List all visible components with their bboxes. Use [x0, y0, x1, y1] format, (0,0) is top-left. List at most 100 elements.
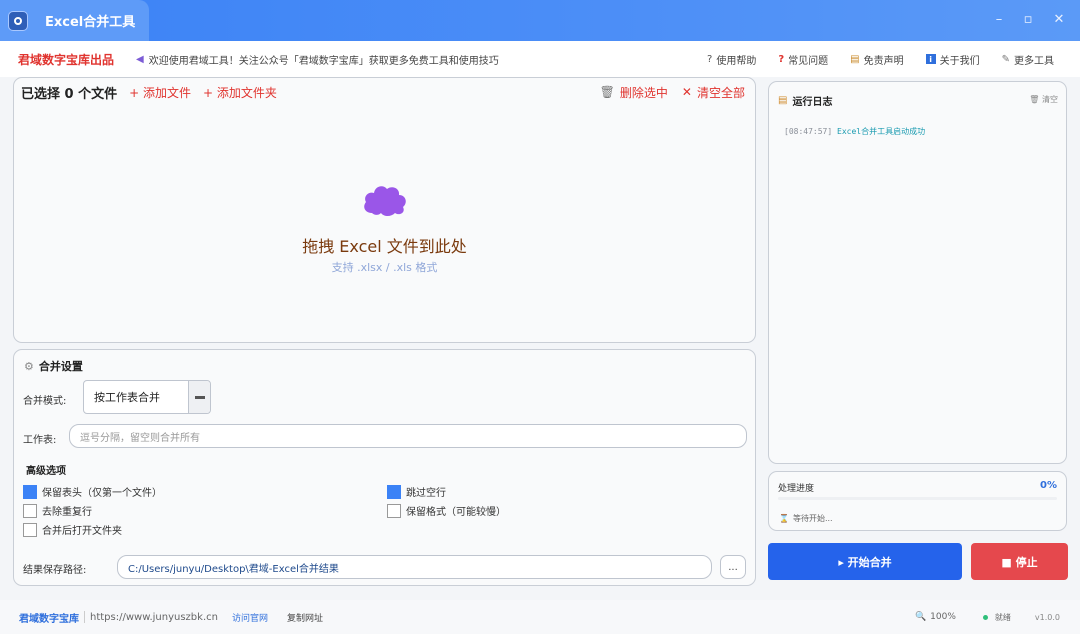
selected-count: 已选择 0 个文件: [21, 86, 118, 102]
megaphone-icon: ◀: [136, 53, 144, 65]
checkbox-checked[interactable]: [23, 484, 37, 499]
sub-header: 君域数字宝库出品 ◀ 欢迎使用君域工具！关注公众号「君域数字宝库」获取更多免费工…: [0, 41, 1080, 77]
option-keep-format[interactable]: 保留格式（可能较慢）: [387, 503, 506, 518]
about-link[interactable]: i 关于我们: [925, 52, 980, 67]
save-path-input[interactable]: C:/Users/junyu/Desktop\君域-Excel合并结果: [117, 555, 712, 579]
add-file-button[interactable]: + 添加文件: [129, 84, 191, 101]
clear-all-label: 清空全部: [696, 85, 745, 100]
hourglass-icon: ⌛: [779, 514, 789, 523]
delete-selected-button[interactable]: 🗑 删除选中: [600, 84, 668, 101]
zoom-value: 100%: [930, 612, 956, 622]
advanced-options-title: 高级选项: [26, 466, 66, 477]
option-skip-empty[interactable]: 跳过空行: [387, 484, 446, 499]
option-open-folder[interactable]: 合并后打开文件夹: [23, 522, 122, 537]
minimize-button[interactable]: –: [991, 12, 1007, 27]
disclaimer-link[interactable]: ▤ 免责声明: [850, 52, 903, 67]
title-bar: Excel合并工具 – ▫ ✕: [0, 0, 1080, 41]
merge-mode-select[interactable]: 按工作表合并: [83, 380, 211, 414]
footer-status-area: 🔍 100% 就绪 v1.0.0: [915, 600, 1080, 634]
checkbox-checked[interactable]: [387, 484, 401, 499]
option-dedupe-label: 去除重复行: [42, 507, 92, 518]
trash-icon: 🗑: [599, 85, 615, 99]
browse-button[interactable]: ...: [720, 555, 746, 579]
checkbox-unchecked[interactable]: [23, 522, 37, 537]
sheet-input[interactable]: 逗号分隔，留空则合并所有: [69, 424, 747, 448]
option-keep-header-label: 保留表头（仅第一个文件）: [42, 488, 162, 499]
about-link-label: 关于我们: [939, 55, 980, 67]
info-icon: i: [925, 54, 936, 64]
cloud-upload-icon: [364, 186, 406, 216]
wrench-icon: ✎: [1001, 53, 1010, 65]
dropdown-toggle-icon[interactable]: [188, 381, 210, 413]
visit-site-link[interactable]: 访问官网: [232, 611, 268, 624]
scroll-icon: ▤: [850, 53, 860, 65]
progress-bar: [778, 497, 1057, 500]
x-icon: ✕: [681, 85, 692, 99]
progress-panel: 处理进度 0% ⌛ 等待开始...: [768, 471, 1067, 531]
notice-text: 欢迎使用君域工具！关注公众号「君域数字宝库」获取更多免费工具和使用技巧: [148, 55, 499, 67]
progress-label: 处理进度: [778, 484, 815, 494]
start-merge-button[interactable]: ▸ 开始合并: [768, 543, 962, 580]
log-title-text: 运行日志: [792, 97, 833, 108]
version-label: v1.0.0: [1034, 612, 1060, 622]
footer-url: https://www.junyuszbk.cn: [90, 611, 218, 623]
drop-subtitle: 支持 .xlsx / .xls 格式: [331, 261, 438, 274]
save-path-label: 结果保存路径:: [23, 565, 87, 576]
log-panel: ▤ 运行日志 🗑 清空 [08:47:57] Excel合并工具启动成功: [768, 81, 1067, 464]
help-link[interactable]: ? 使用帮助: [707, 52, 756, 67]
delete-selected-label: 删除选中: [619, 85, 668, 100]
option-dedupe[interactable]: 去除重复行: [23, 503, 92, 518]
log-entry: [08:47:57] Excel合并工具启动成功: [784, 126, 925, 137]
settings-title-text: 合并设置: [38, 360, 83, 373]
file-toolbar: 已选择 0 个文件 + 添加文件 + 添加文件夹 🗑 删除选中 ✕ 清空全部: [21, 83, 745, 102]
progress-percent: 0%: [1040, 480, 1057, 491]
merge-mode-value: 按工作表合并: [94, 391, 160, 404]
progress-status: ⌛ 等待开始...: [779, 513, 833, 524]
status-text: 就绪: [994, 612, 1011, 622]
status-indicator: 就绪: [982, 612, 1011, 623]
settings-title: ⚙ 合并设置: [24, 358, 83, 374]
option-keep-format-label: 保留格式（可能较慢）: [406, 507, 506, 518]
footer: 君域数字宝库 https://www.junyuszbk.cn 访问官网 复制网…: [0, 600, 1080, 634]
sheet-label: 工作表:: [23, 435, 57, 446]
footer-divider: [84, 611, 85, 623]
progress-status-text: 等待开始...: [792, 514, 833, 523]
magnifier-icon: 🔍: [914, 612, 927, 622]
close-button[interactable]: ✕: [1051, 12, 1067, 27]
clear-all-button[interactable]: ✕ 清空全部: [682, 84, 745, 101]
disclaimer-link-label: 免责声明: [863, 55, 904, 67]
faq-link-label: 常见问题: [788, 55, 829, 67]
maximize-button[interactable]: ▫: [1020, 12, 1036, 27]
faq-link[interactable]: ? 常见问题: [778, 52, 828, 67]
add-folder-button[interactable]: + 添加文件夹: [203, 84, 277, 101]
clear-log-button[interactable]: 🗑 清空: [1029, 94, 1058, 105]
app-tab: Excel合并工具: [0, 0, 149, 41]
help-link-label: 使用帮助: [716, 55, 757, 67]
copy-url-link[interactable]: 复制网址: [287, 611, 323, 624]
header-links: ? 使用帮助 ? 常见问题 ▤ 免责声明 i 关于我们 ✎ 更多工具: [707, 41, 1080, 77]
more-tools-link[interactable]: ✎ 更多工具: [1002, 52, 1054, 67]
status-dot-icon: [982, 614, 988, 620]
clipboard-icon: ▤: [778, 95, 788, 106]
merge-settings-panel: ⚙ 合并设置 合并模式: 按工作表合并 工作表: 逗号分隔，留空则合并所有 高级…: [13, 349, 756, 586]
checkbox-unchecked[interactable]: [23, 503, 37, 518]
notice-bar: ◀ 欢迎使用君域工具！关注公众号「君域数字宝库」获取更多免费工具和使用技巧: [136, 52, 499, 67]
footer-brand: 君域数字宝库: [19, 613, 79, 625]
mode-label: 合并模式:: [23, 396, 67, 407]
question-icon: ?: [707, 53, 713, 65]
log-title: ▤ 运行日志: [778, 93, 832, 108]
zoom-indicator: 🔍 100%: [915, 612, 956, 622]
app-title: Excel合并工具: [45, 15, 136, 30]
clear-log-label: 清空: [1042, 95, 1058, 104]
log-time: [08:47:57]: [784, 127, 833, 136]
checkbox-unchecked[interactable]: [387, 503, 401, 518]
stop-button[interactable]: ■ 停止: [971, 543, 1068, 580]
more-tools-link-label: 更多工具: [1014, 55, 1054, 67]
brand-label: 君域数字宝库出品: [18, 52, 115, 67]
log-message: Excel合并工具启动成功: [837, 127, 926, 136]
gear-icon: ⚙: [24, 359, 34, 373]
drop-title: 拖拽 Excel 文件到此处: [302, 237, 467, 256]
app-icon: [8, 10, 28, 31]
file-drop-zone[interactable]: 已选择 0 个文件 + 添加文件 + 添加文件夹 🗑 删除选中 ✕ 清空全部 拖…: [13, 77, 756, 343]
option-keep-header[interactable]: 保留表头（仅第一个文件）: [23, 484, 162, 499]
